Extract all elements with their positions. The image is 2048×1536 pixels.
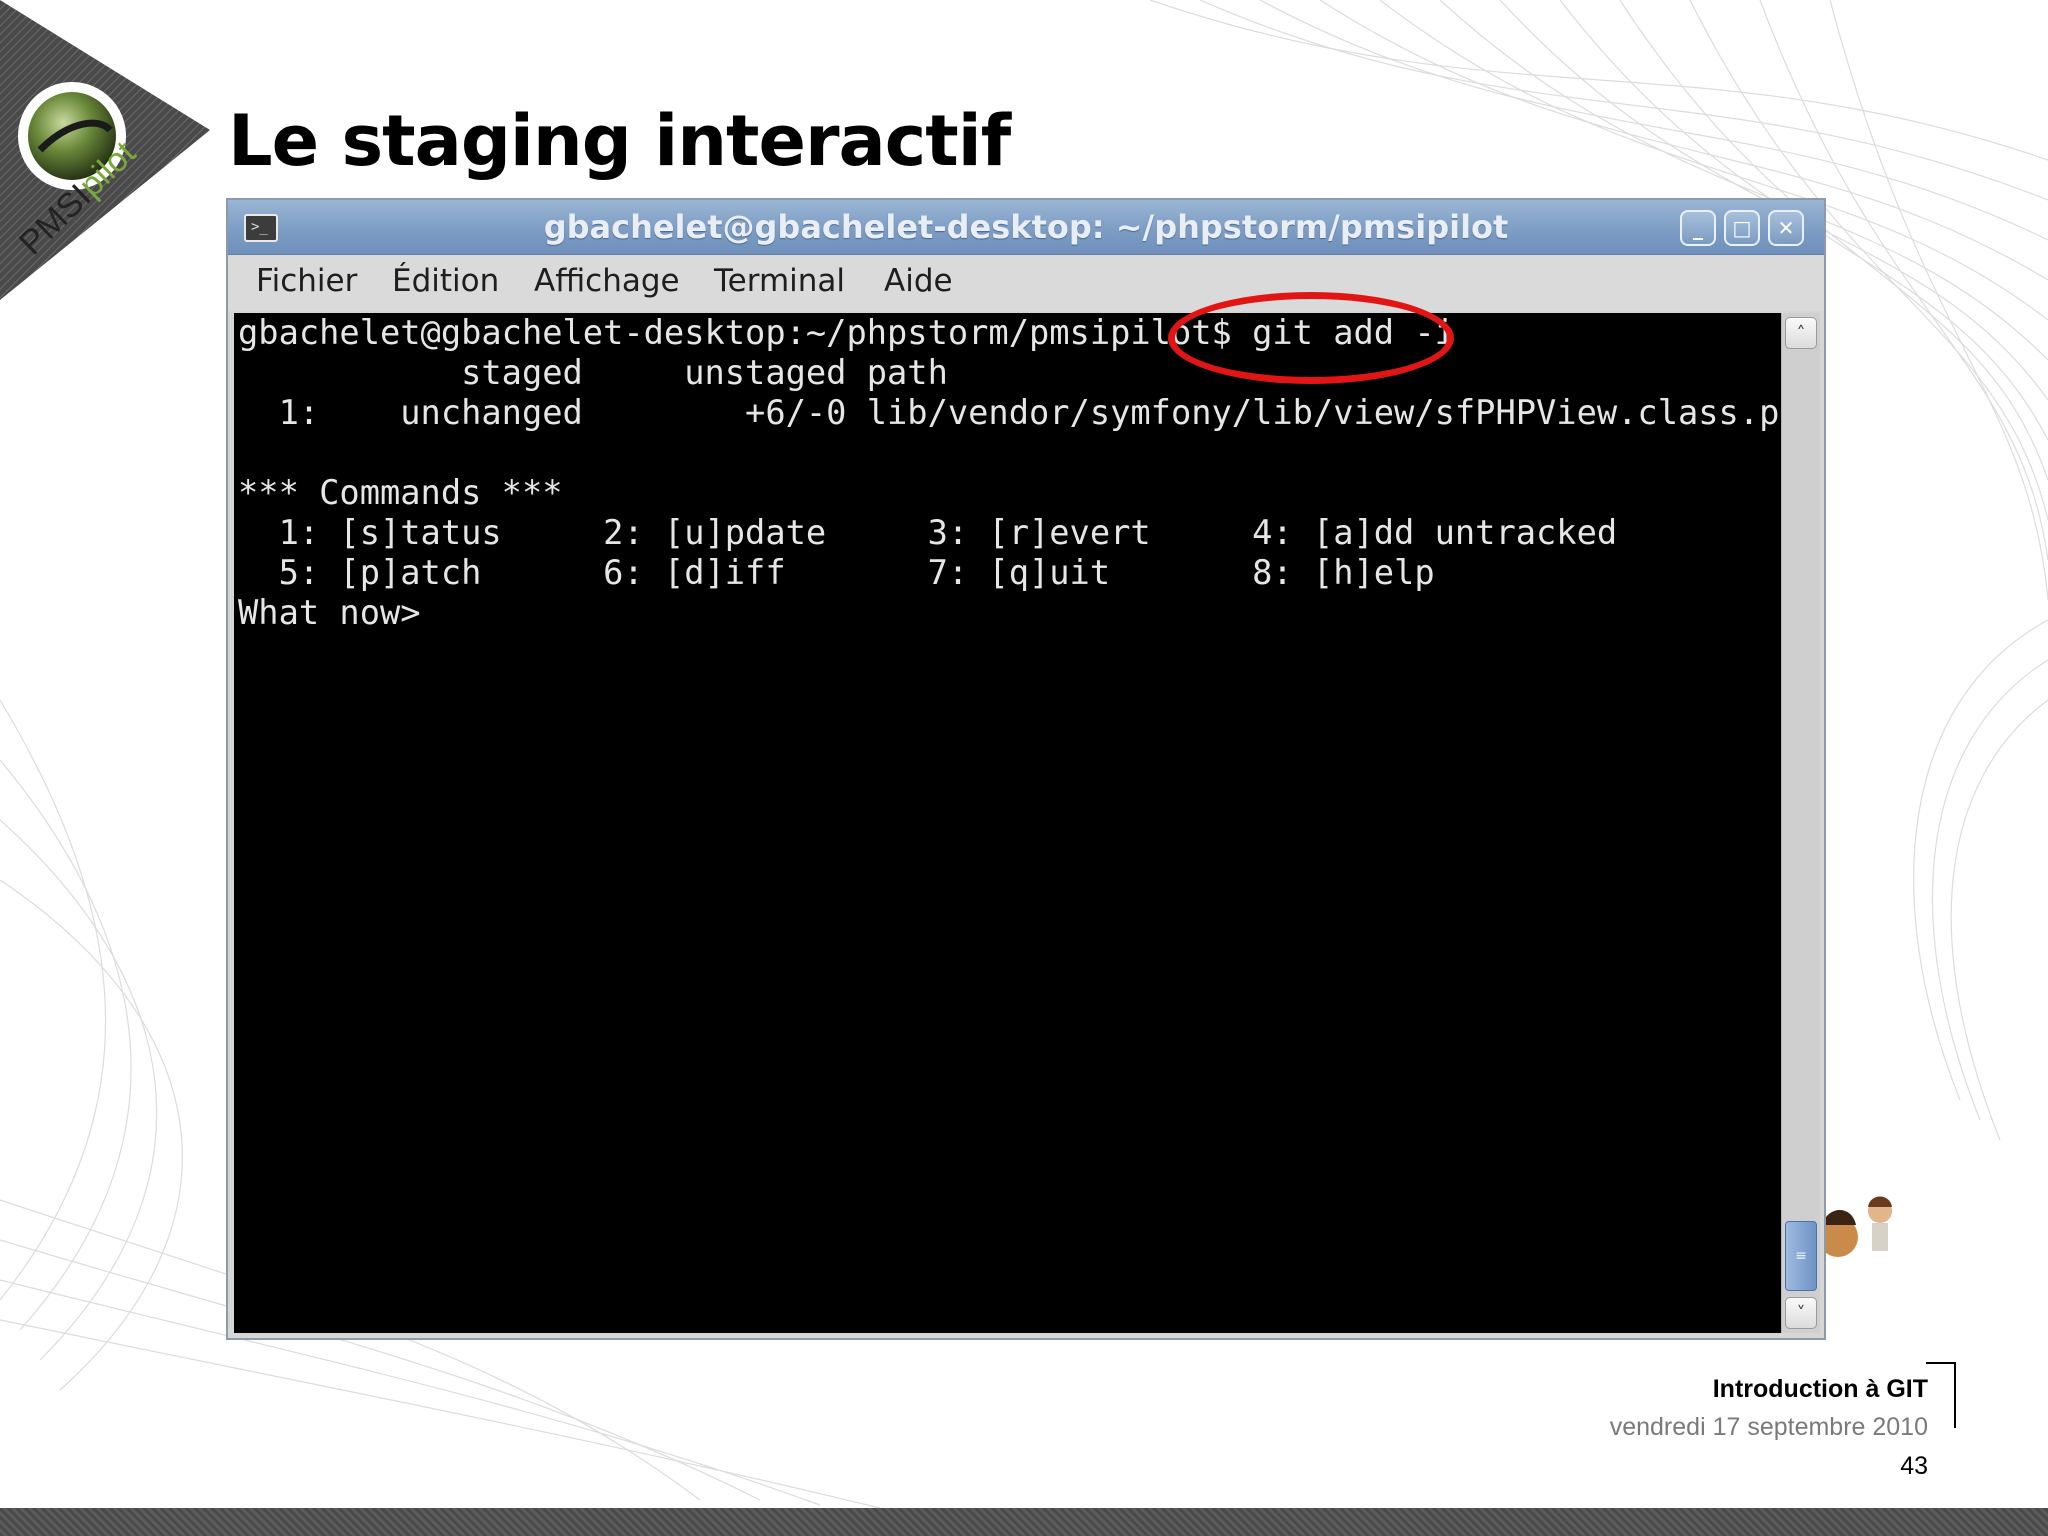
menu-aide[interactable]: Aide <box>884 263 953 299</box>
menu-fichier[interactable]: Fichier <box>256 263 357 299</box>
minimize-button[interactable]: _ <box>1680 210 1716 246</box>
footer-title: Introduction à GIT <box>1712 1375 1928 1403</box>
command-highlight-ellipse <box>1168 292 1454 384</box>
terminal-line: 1: unchanged +6/-0 lib/vendor/symfony/li… <box>238 393 1820 432</box>
slide-title: Le staging interactif <box>228 100 1011 182</box>
footer-bracket <box>1926 1362 1956 1428</box>
footer-date: vendredi 17 septembre 2010 <box>1609 1413 1928 1441</box>
scroll-up-button[interactable]: ˄ <box>1785 317 1817 349</box>
window-titlebar[interactable]: >_ gbachelet@gbachelet-desktop: ~/phpsto… <box>228 200 1824 255</box>
terminal-line: staged unstaged path <box>238 353 948 392</box>
menu-bar: Fichier Édition Affichage Terminal Aide <box>228 255 1824 311</box>
close-button[interactable]: ✕ <box>1768 210 1804 246</box>
menu-affichage[interactable]: Affichage <box>534 263 680 299</box>
terminal-line: 1: [s]tatus 2: [u]pdate 3: [r]evert 4: [… <box>238 513 1618 552</box>
people-illustration <box>1818 1196 1892 1257</box>
scroll-down-button[interactable]: ˅ <box>1785 1297 1817 1329</box>
window-controls: _ □ ✕ <box>1680 210 1804 246</box>
menu-terminal[interactable]: Terminal <box>714 263 845 299</box>
page-number: 43 <box>1900 1452 1928 1480</box>
menu-edition[interactable]: Édition <box>392 263 499 299</box>
vertical-scrollbar[interactable]: ˄ ≡ ˅ <box>1781 313 1820 1333</box>
maximize-button[interactable]: □ <box>1724 210 1760 246</box>
bottom-bar <box>0 1508 2048 1536</box>
terminal-prompt-line: What now> <box>238 593 421 632</box>
terminal-line: 5: [p]atch 6: [d]iff 7: [q]uit 8: [h]elp <box>238 553 1435 592</box>
terminal-output[interactable]: gbachelet@gbachelet-desktop:~/phpstorm/p… <box>234 313 1820 1333</box>
scroll-thumb[interactable]: ≡ <box>1785 1221 1817 1291</box>
terminal-window: >_ gbachelet@gbachelet-desktop: ~/phpsto… <box>226 198 1826 1340</box>
window-title: gbachelet@gbachelet-desktop: ~/phpstorm/… <box>543 208 1509 246</box>
terminal-line: *** Commands *** <box>238 473 563 512</box>
